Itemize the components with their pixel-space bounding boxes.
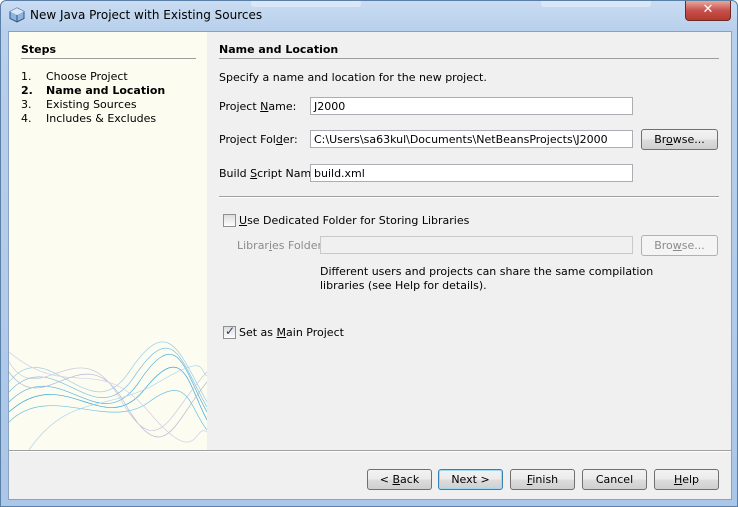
step-item-current: 2. Name and Location [21,84,166,97]
libraries-note-line1: Different users and projects can share t… [320,265,654,278]
steps-divider [21,58,196,59]
libraries-note-line2: libraries (see Help for details). [320,279,487,292]
checkmark-icon: ✓ [225,324,236,338]
build-script-input[interactable]: build.xml [310,164,633,182]
title-bar[interactable]: New Java Project with Existing Sources ✕ [1,1,737,31]
panel-description: Specify a name and location for the new … [219,71,487,84]
libraries-folder-input[interactable] [320,236,633,254]
window-title: New Java Project with Existing Sources [30,8,263,22]
decorative-wave-graphic [9,341,207,450]
project-folder-label: Project Folder: [219,133,298,146]
panel-title-divider [219,58,719,59]
project-folder-input[interactable]: C:\Users\sa63kul\Documents\NetBeansProje… [310,130,633,148]
close-icon: ✕ [702,2,714,17]
browse-libraries-button[interactable]: Browse... [641,235,718,256]
background-ghost [541,1,651,7]
project-name-input[interactable]: J2000 [310,97,633,115]
browse-button[interactable]: Browse... [641,129,718,150]
back-button[interactable]: < Back [367,469,432,490]
project-name-label: Project Name: [219,100,297,113]
footer-divider [9,450,731,452]
step-item: 3. Existing Sources [21,98,137,111]
netbeans-cube-icon [9,7,25,23]
step-item: 1. Choose Project [21,70,128,83]
cancel-button[interactable]: Cancel [582,469,647,490]
background-ghost [251,1,361,7]
steps-panel: Steps 1. Choose Project 2. Name and Locati… [9,32,207,450]
dedicated-folder-checkbox[interactable] [223,214,236,227]
libraries-folder-label: Libraries Folder: [237,239,326,252]
finish-button[interactable]: Finish [510,469,575,490]
dialog-window: New Java Project with Existing Sources ✕… [0,0,738,507]
section-divider [219,196,719,198]
step-item: 4. Includes & Excludes [21,112,157,125]
panel-title: Name and Location [219,43,339,56]
dialog-content: Steps 1. Choose Project 2. Name and Locati… [8,31,732,500]
main-project-label[interactable]: Set as Main Project [239,326,344,339]
main-project-checkbox[interactable]: ✓ [223,324,236,339]
steps-title: Steps [21,43,57,56]
help-button[interactable]: Help [654,469,719,490]
dedicated-folder-label[interactable]: Use Dedicated Folder for Storing Librari… [239,214,469,227]
close-button[interactable]: ✕ [685,1,731,21]
next-button[interactable]: Next > [438,469,503,490]
build-script-label: Build Script Name: [219,167,322,180]
name-location-panel: Name and Location Specify a name and loc… [207,32,731,450]
